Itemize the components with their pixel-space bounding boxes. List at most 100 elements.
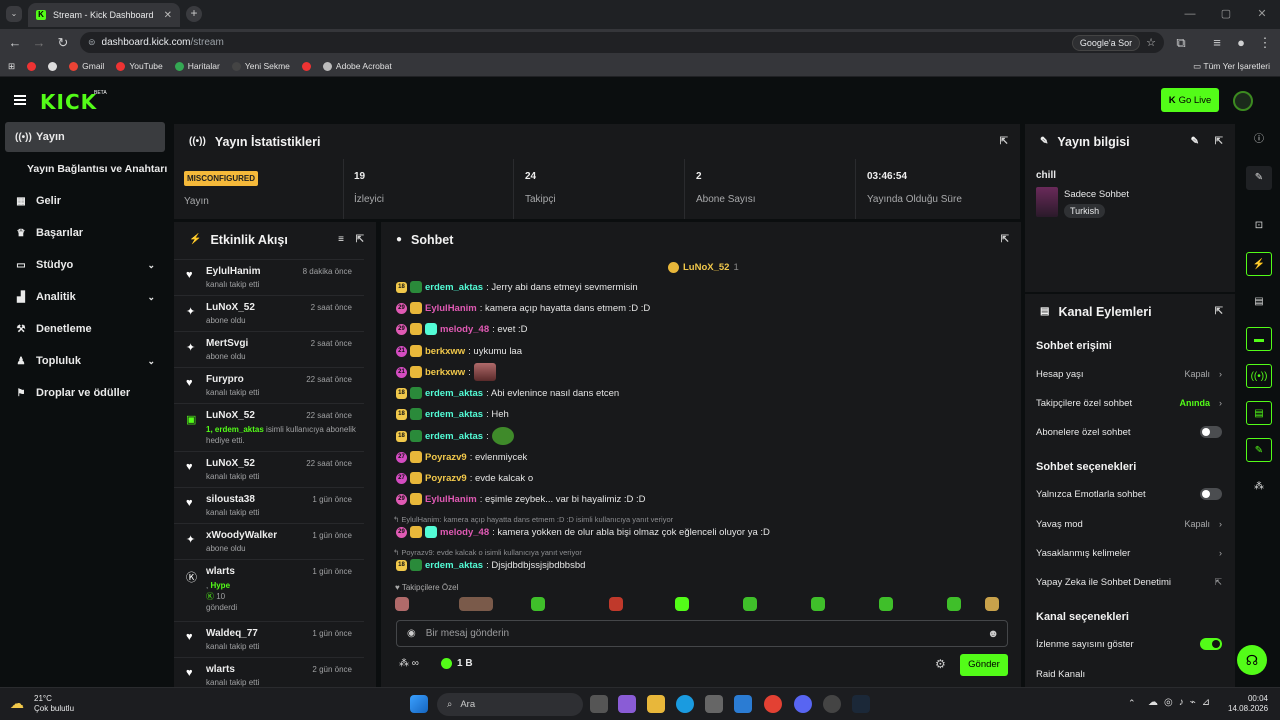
lightning-icon[interactable]: ⚡ (1246, 252, 1272, 276)
browser-tab[interactable]: K Stream - Kick Dashboard ✕ (28, 3, 180, 27)
chat-message[interactable]: 18 erdem_aktas: Abi evlenince nasıl dans … (396, 384, 1011, 402)
discord-icon[interactable] (794, 695, 812, 713)
edit-icon[interactable]: ✎ (1246, 166, 1272, 190)
chat-username[interactable]: Poyrazv9 (425, 473, 467, 484)
bookmark-gmail[interactable]: Gmail (69, 61, 104, 71)
chat-input[interactable]: ◉ Bir mesaj gönderin ☻ (396, 620, 1008, 647)
send-button[interactable]: Gönder (960, 654, 1008, 676)
all-bookmarks[interactable]: ▭ Tüm Yer İşaretleri (1193, 61, 1270, 72)
activity-item[interactable]: ♥ Waldeq_77 1 gün önce kanalı takip etti (174, 621, 364, 657)
menu-icon[interactable]: ⋮ (1256, 34, 1274, 52)
banned-words-row[interactable]: Yasaklanmış kelimeler › (1036, 544, 1226, 562)
activity-user[interactable]: MertSvgi (206, 338, 248, 349)
back-icon[interactable]: ← (6, 34, 24, 52)
bookmark-maps[interactable]: Haritalar (174, 61, 220, 71)
followers-only-row[interactable]: Takipçilere özel sohbet Anında › (1036, 394, 1226, 412)
emote-button[interactable] (609, 597, 623, 611)
popout-icon[interactable]: ⇱ (1001, 234, 1009, 245)
activity-user[interactable]: Furypro (206, 374, 244, 385)
sidebar-item-droplar[interactable]: ⚑ Droplar ve ödüller (5, 378, 165, 408)
sidebar-item-analitik[interactable]: ▟ Analitik ⌄ (5, 282, 165, 312)
media-icon[interactable]: ≡ (1208, 34, 1226, 52)
sidebar-item-topluluk[interactable]: ♟ Topluluk ⌄ (5, 346, 165, 376)
bookmark-star-icon[interactable]: ☆ (1146, 36, 1156, 49)
emote-button[interactable] (947, 597, 961, 611)
activity-item[interactable]: ♥ LuNoX_52 22 saat önce kanalı takip etti (174, 451, 364, 487)
sidebar-item-stream-key[interactable]: Yayın Bağlantısı ve Anahtarı (5, 154, 173, 184)
community-icon[interactable]: ⁂ (1246, 475, 1272, 499)
chat-username[interactable]: erdem_aktas (425, 560, 483, 571)
popout-icon[interactable]: ⇱ (1000, 136, 1008, 147)
raid-channel-row[interactable]: Raid Kanalı (1036, 665, 1226, 683)
activity-item[interactable]: ▣ LuNoX_52 22 saat önce 1, erdem_aktas isim… (174, 403, 364, 451)
ai-moderation-row[interactable]: Yapay Zeka ile Sohbet Denetimi ⇱ (1036, 573, 1226, 591)
activity-item[interactable]: ✦ LuNoX_52 2 saat önce abone oldu (174, 295, 364, 331)
go-live-button[interactable]: K Go Live (1161, 88, 1219, 112)
emote-button[interactable] (985, 597, 999, 611)
file-explorer-icon[interactable] (647, 695, 665, 713)
chat-message[interactable]: 29 melody_48: evet :D (396, 320, 1011, 338)
weather-widget[interactable]: 21°C Çok bulutlu (34, 694, 74, 714)
apps-icon[interactable]: ⊞ (8, 61, 15, 72)
pinned-gifter[interactable]: LuNoX_52 1 (668, 262, 739, 273)
activity-item[interactable]: ♥ Furypro 22 saat önce kanalı takip etti (174, 367, 364, 403)
emote-only-toggle[interactable] (1200, 488, 1222, 500)
subs-only-toggle[interactable] (1200, 426, 1222, 438)
popout-icon[interactable]: ⇱ (1215, 306, 1223, 317)
badges-icon[interactable]: ⁂ ∞ (399, 658, 419, 669)
url-field[interactable]: ⊜ dashboard.kick.com/stream Google'a Sor… (80, 32, 1164, 53)
chat-username[interactable]: EylulHanim (425, 494, 477, 505)
widgets-app-icon[interactable] (618, 695, 636, 713)
google-sor-button[interactable]: Google'a Sor (1071, 34, 1141, 51)
store-icon[interactable] (705, 695, 723, 713)
profile-icon[interactable]: ● (1232, 34, 1250, 52)
extensions-icon[interactable]: ⧉ (1172, 34, 1190, 52)
chat-username[interactable]: erdem_aktas (425, 409, 483, 420)
activity-user[interactable]: wlarts (206, 664, 235, 675)
emote-button[interactable] (395, 597, 409, 611)
reload-icon[interactable]: ↻ (54, 34, 72, 52)
activity-user[interactable]: Waldeq_77 (206, 628, 258, 639)
kick-logo[interactable]: KICK (40, 90, 97, 114)
clipboard-icon[interactable]: ▤ (1246, 290, 1272, 314)
settings-gear-icon[interactable]: ⚙ (935, 657, 946, 671)
emote-button[interactable] (743, 597, 757, 611)
activity-user[interactable]: silousta38 (206, 494, 255, 505)
activity-item[interactable]: Ⓚwlarts 1 gün önce , Hype Ⓚ 10 gönderdi (174, 559, 364, 621)
sidebar-item-basarilar[interactable]: ♛ Başarılar (5, 218, 165, 248)
activity-item[interactable]: ♥ EylulHanim 8 dakika önce kanalı takip ett… (174, 259, 364, 295)
bookmark-youtube[interactable]: YouTube (116, 61, 163, 71)
chat-username[interactable]: melody_48 (440, 324, 489, 335)
emote-button[interactable] (459, 597, 493, 611)
bookmark-google-icon[interactable] (48, 61, 58, 71)
chat-icon[interactable]: ▬ (1246, 327, 1272, 351)
emote-button[interactable] (675, 597, 689, 611)
channel-points[interactable]: 1 B (441, 658, 473, 669)
bookmark-youtube-icon[interactable] (27, 61, 37, 71)
chrome-icon[interactable] (764, 695, 782, 713)
clock[interactable]: 00:04 14.08.2026 (1228, 694, 1268, 714)
slow-mode-row[interactable]: Yavaş mod Kapalı › (1036, 515, 1226, 533)
emoji-picker-icon[interactable]: ☻ (987, 628, 999, 640)
chat-username[interactable]: Poyrazv9 (425, 452, 467, 463)
support-chat-icon[interactable]: ☊ (1237, 645, 1267, 675)
account-age-row[interactable]: Hesap yaşı Kapalı › (1036, 365, 1226, 383)
activity-item[interactable]: ♥ silousta38 1 gün önce kanalı takip etti (174, 487, 364, 523)
taskbar-search[interactable]: ⌕ Ara (437, 693, 583, 716)
activity-user[interactable]: xWoodyWalker (206, 530, 277, 541)
chat-message[interactable]: 29 melody_48: kamera yokken de olur abla … (396, 523, 1011, 541)
category-name[interactable]: Sadece Sohbet (1064, 189, 1129, 200)
windows-start-icon[interactable] (410, 695, 428, 713)
chat-username[interactable]: melody_48 (440, 527, 489, 538)
activity-user[interactable]: LuNoX_52 (206, 302, 255, 313)
chat-message[interactable]: 18 erdem_aktas: Heh (396, 405, 1011, 423)
chat-message[interactable]: 18 erdem_aktas: Jerry abi dans etmeyi sev… (396, 278, 1011, 296)
chat-username[interactable]: erdem_aktas (425, 388, 483, 399)
hamburger-menu-icon[interactable] (14, 95, 26, 105)
chat-message[interactable]: 27 Poyrazv9: evde kalcak o (396, 469, 1011, 487)
mail-icon[interactable] (734, 695, 752, 713)
wrench-icon[interactable]: ✎ (1246, 438, 1272, 462)
activity-item[interactable]: ✦ xWoodyWalker 1 gün önce abone oldu (174, 523, 364, 559)
chat-username[interactable]: berkxww (425, 367, 465, 378)
new-tab-button[interactable]: + (186, 6, 202, 22)
